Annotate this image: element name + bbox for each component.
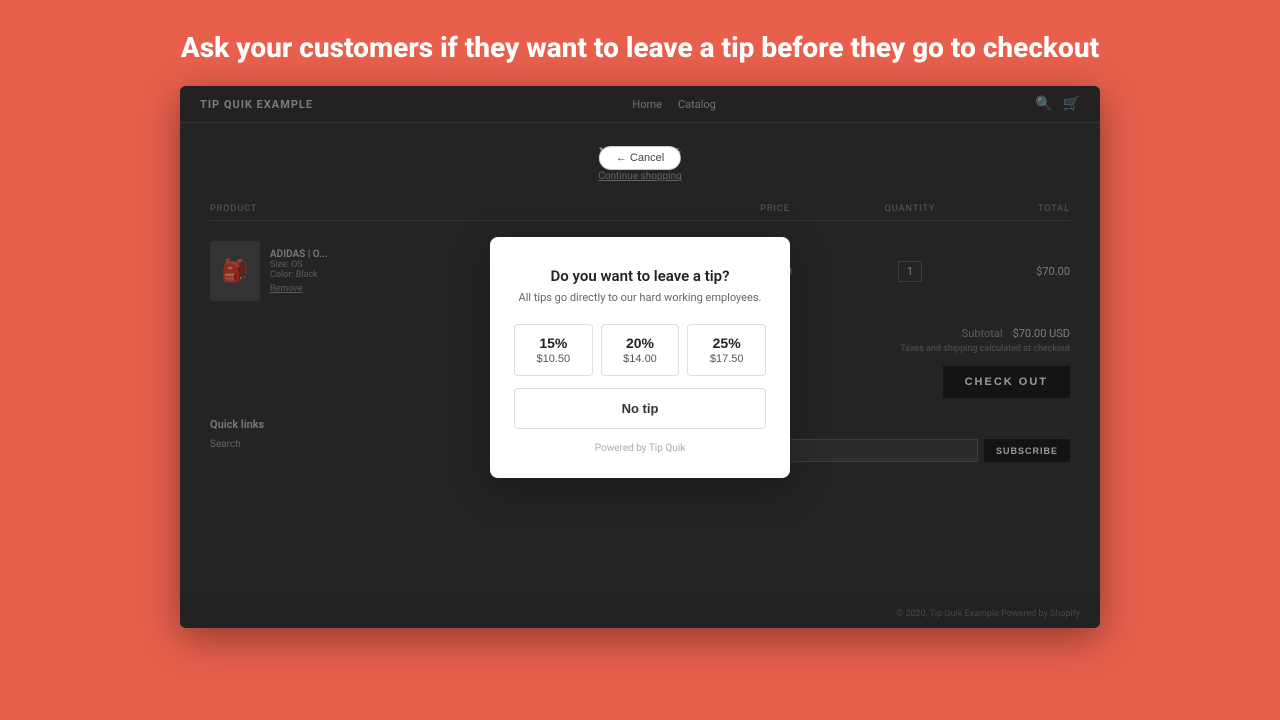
tip-amount-20: $14.00 — [610, 353, 671, 365]
powered-by: Powered by Tip Quik — [514, 443, 766, 454]
tip-option-20[interactable]: 20% $14.00 — [601, 324, 680, 376]
tip-option-25[interactable]: 25% $17.50 — [687, 324, 766, 376]
tip-pct-20: 20% — [610, 335, 671, 351]
tip-modal-title: Do you want to leave a tip? — [514, 267, 766, 285]
tip-modal: Do you want to leave a tip? All tips go … — [490, 237, 790, 478]
cancel-button[interactable]: ← Cancel — [599, 146, 681, 170]
tip-pct-25: 25% — [696, 335, 757, 351]
modal-overlay: ← Cancel Do you want to leave a tip? All… — [180, 86, 1100, 628]
cancel-bar: ← Cancel — [599, 146, 681, 170]
browser-window: TIP QUIK EXAMPLE Home Catalog 🔍 🛒 Your c… — [180, 86, 1100, 628]
tip-pct-15: 15% — [523, 335, 584, 351]
tip-option-15[interactable]: 15% $10.50 — [514, 324, 593, 376]
no-tip-button[interactable]: No tip — [514, 388, 766, 429]
tip-amount-25: $17.50 — [696, 353, 757, 365]
tip-amount-15: $10.50 — [523, 353, 584, 365]
page-headline: Ask your customers if they want to leave… — [0, 0, 1280, 86]
tip-modal-subtitle: All tips go directly to our hard working… — [514, 291, 766, 304]
tip-options: 15% $10.50 20% $14.00 25% $17.50 — [514, 324, 766, 376]
